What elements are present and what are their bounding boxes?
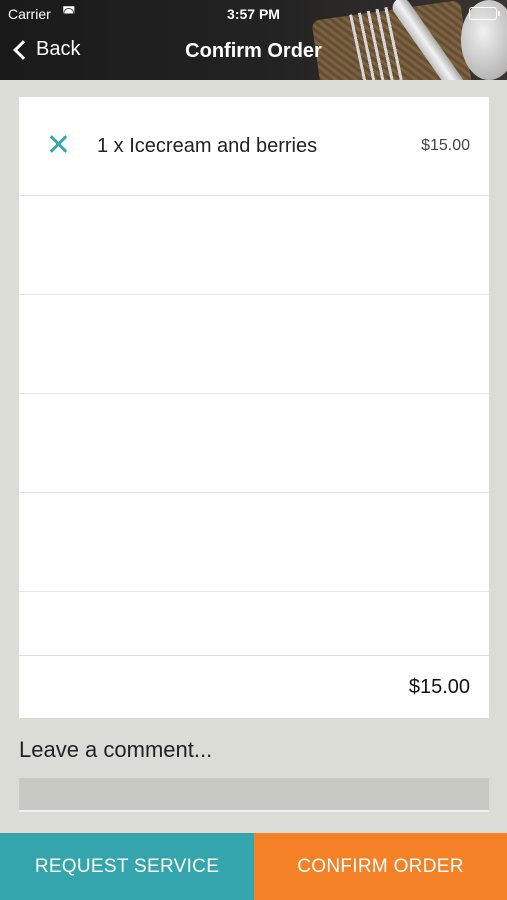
status-time: 3:57 PM xyxy=(227,6,280,22)
page-title: Confirm Order xyxy=(185,40,322,62)
empty-row xyxy=(19,493,489,592)
nav-bar: Back Confirm Order xyxy=(0,28,507,76)
remove-item-icon[interactable] xyxy=(47,133,69,155)
status-bar: Carrier ◚ 3:57 PM xyxy=(0,0,507,26)
empty-row xyxy=(19,196,489,295)
empty-row xyxy=(19,295,489,394)
order-list: 1 x Icecream and berries $15.00 $15.00 xyxy=(19,97,489,718)
total-row: $15.00 xyxy=(19,655,489,718)
order-total: $15.00 xyxy=(408,676,470,698)
header: Carrier ◚ 3:57 PM Back Confirm Order xyxy=(0,0,507,80)
item-price: $15.00 xyxy=(421,137,470,154)
request-service-button[interactable]: REQUEST SERVICE xyxy=(0,833,254,900)
item-name: 1 x Icecream and berries xyxy=(97,135,318,157)
confirm-order-button[interactable]: CONFIRM ORDER xyxy=(254,833,507,900)
order-item-row: 1 x Icecream and berries $15.00 xyxy=(19,97,489,196)
comment-input[interactable] xyxy=(19,778,489,812)
comment-label: Leave a comment... xyxy=(19,737,213,762)
battery-icon xyxy=(469,7,500,20)
empty-row xyxy=(19,394,489,493)
empty-row xyxy=(19,592,489,655)
